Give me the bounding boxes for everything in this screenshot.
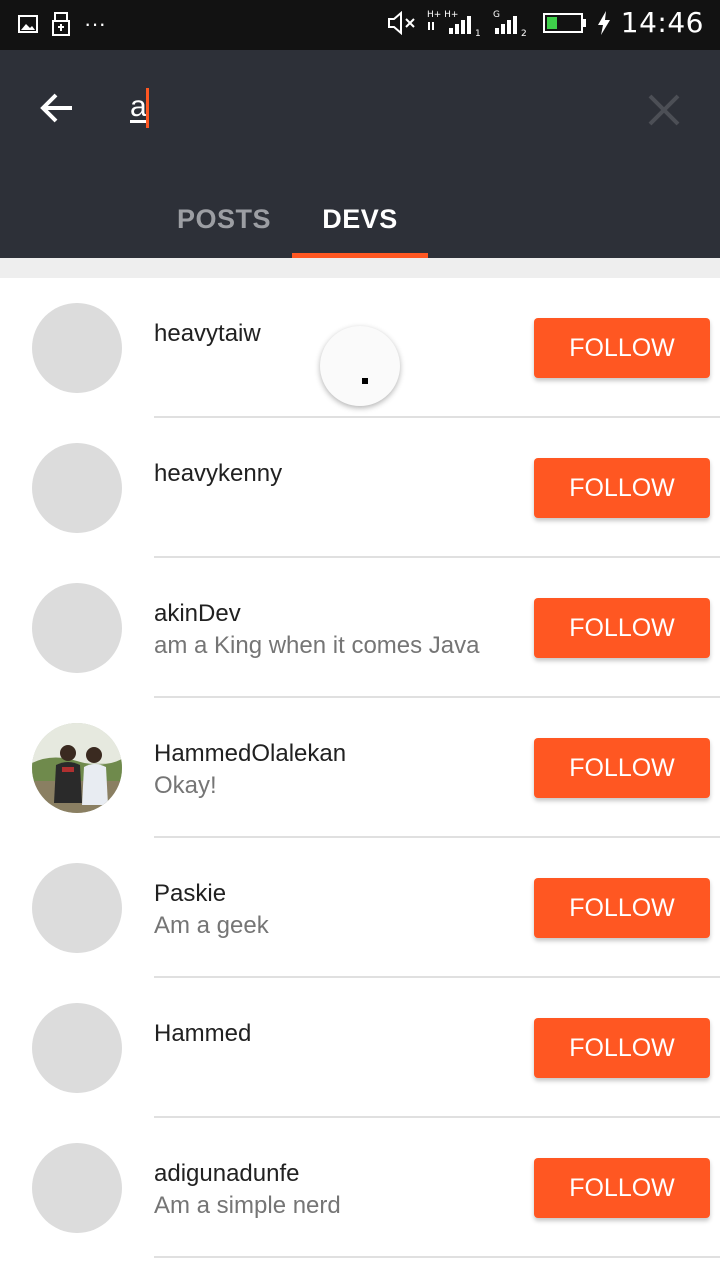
dev-name: Hammed bbox=[154, 1020, 252, 1047]
usb-icon bbox=[52, 12, 70, 36]
svg-text:2: 2 bbox=[521, 29, 527, 38]
svg-text:1: 1 bbox=[475, 29, 481, 38]
dev-name: Paskie bbox=[154, 880, 227, 907]
text-cursor bbox=[146, 88, 149, 128]
svg-text:H+ H+: H+ H+ bbox=[427, 10, 458, 20]
status-bar-left: ··· bbox=[18, 12, 106, 36]
tab-bar: POSTS DEVS bbox=[0, 180, 720, 258]
tab-posts[interactable]: POSTS bbox=[156, 180, 292, 258]
list-item[interactable]: akinDev am a King when it comes Java FOL… bbox=[0, 558, 720, 698]
list-item[interactable]: adigunadunfe Am a simple nerd FOLLOW bbox=[0, 1118, 720, 1258]
follow-button[interactable]: FOLLOW bbox=[534, 458, 710, 518]
avatar[interactable] bbox=[32, 1003, 122, 1093]
follow-button[interactable]: FOLLOW bbox=[534, 738, 710, 798]
dev-bio: Am a simple nerd bbox=[154, 1192, 341, 1219]
back-arrow-icon[interactable] bbox=[36, 86, 80, 130]
dev-bio: Okay! bbox=[154, 772, 217, 799]
follow-button[interactable]: FOLLOW bbox=[534, 1018, 710, 1078]
follow-button[interactable]: FOLLOW bbox=[534, 1158, 710, 1218]
avatar[interactable] bbox=[32, 443, 122, 533]
charging-icon bbox=[597, 10, 611, 36]
dev-name: akinDev bbox=[154, 600, 241, 627]
list-item[interactable]: heavykenny FOLLOW bbox=[0, 418, 720, 558]
status-bar: ··· H+ H+ 1 G2 14:46 bbox=[0, 0, 720, 50]
mute-icon bbox=[387, 10, 417, 35]
status-bar-right: H+ H+ 1 G2 14:46 bbox=[387, 6, 704, 39]
close-icon[interactable] bbox=[640, 86, 688, 134]
tab-devs[interactable]: DEVS bbox=[292, 180, 428, 258]
avatar[interactable] bbox=[32, 863, 122, 953]
search-input[interactable]: a bbox=[130, 90, 147, 124]
dev-name: heavytaiw bbox=[154, 320, 261, 347]
avatar-photo[interactable] bbox=[32, 723, 122, 813]
status-time: 14:46 bbox=[620, 6, 704, 39]
signal-sim2-icon: G2 bbox=[493, 8, 533, 38]
section-divider bbox=[0, 258, 720, 278]
devs-list: heavytaiw FOLLOW heavykenny FOLLOW akinD… bbox=[0, 278, 720, 1258]
dev-name: adigunadunfe bbox=[154, 1160, 300, 1187]
spinner-dot bbox=[362, 378, 368, 384]
avatar[interactable] bbox=[32, 583, 122, 673]
dev-bio: Am a geek bbox=[154, 912, 269, 939]
row-divider bbox=[154, 1256, 720, 1258]
list-item[interactable]: Hammed FOLLOW bbox=[0, 978, 720, 1118]
avatar[interactable] bbox=[32, 1143, 122, 1233]
signal-sim1-icon: H+ H+ 1 bbox=[427, 8, 483, 38]
gallery-icon bbox=[18, 14, 38, 34]
dev-name: heavykenny bbox=[154, 460, 283, 487]
follow-button[interactable]: FOLLOW bbox=[534, 318, 710, 378]
dev-name: HammedOlalekan bbox=[154, 740, 347, 767]
list-item[interactable]: Paskie Am a geek FOLLOW bbox=[0, 838, 720, 978]
follow-button[interactable]: FOLLOW bbox=[534, 878, 710, 938]
dev-bio: am a King when it comes Java bbox=[154, 632, 480, 659]
loading-spinner bbox=[320, 326, 400, 406]
more-dots-icon: ··· bbox=[84, 11, 106, 36]
avatar[interactable] bbox=[32, 303, 122, 393]
svg-text:G: G bbox=[493, 10, 500, 20]
list-item[interactable]: HammedOlalekan Okay! FOLLOW bbox=[0, 698, 720, 838]
battery-icon bbox=[542, 12, 587, 34]
follow-button[interactable]: FOLLOW bbox=[534, 598, 710, 658]
app-bar: a POSTS DEVS bbox=[0, 50, 720, 258]
